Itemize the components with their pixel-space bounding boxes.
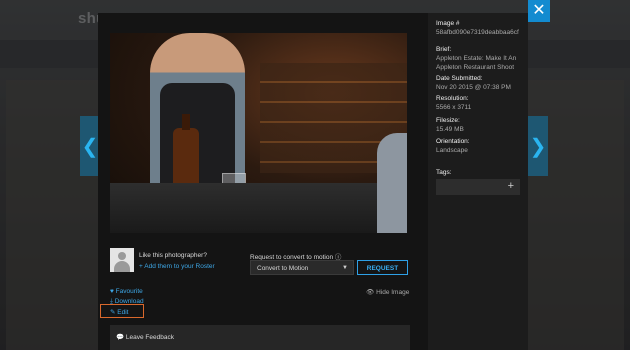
close-button[interactable]: ✕ bbox=[528, 0, 550, 22]
speech-bubble-icon: 💬 bbox=[116, 334, 125, 341]
leave-feedback-bar[interactable]: 💬 Leave Feedback bbox=[110, 325, 410, 350]
request-button[interactable]: REQUEST bbox=[357, 260, 408, 275]
photographer-prompt: Like this photographer? bbox=[139, 252, 207, 259]
avatar-head bbox=[118, 252, 126, 260]
pencil-icon: ✎ bbox=[110, 309, 116, 316]
date-value: Nov 20 2015 @ 07:38 PM bbox=[436, 84, 511, 91]
tags-input[interactable]: + bbox=[436, 179, 520, 195]
avatar-body bbox=[114, 261, 130, 272]
favourite-link[interactable]: ♥ Favourite bbox=[110, 288, 143, 295]
orientation-label: Orientation: bbox=[436, 138, 470, 145]
resolution-label: Resolution: bbox=[436, 95, 469, 102]
next-image-button[interactable]: ❯ bbox=[528, 116, 548, 176]
motion-select-value: Convert to Motion bbox=[257, 265, 309, 272]
details-panel: Image # 58afbd090e7319deabbaa6cf Brief: … bbox=[428, 13, 528, 350]
filesize-label: Filesize: bbox=[436, 117, 460, 124]
image-id-label: Image # bbox=[436, 20, 460, 27]
photo-bar-counter bbox=[110, 183, 407, 233]
brief-value: Appleton Estate: Make It An Appleton Res… bbox=[436, 55, 517, 71]
close-icon: ✕ bbox=[532, 2, 546, 19]
favourite-label: Favourite bbox=[115, 288, 143, 295]
leave-feedback: 💬 Leave Feedback bbox=[116, 333, 174, 341]
add-tag-button[interactable]: + bbox=[508, 180, 514, 192]
eye-icon: 👁 bbox=[366, 289, 375, 296]
edit-link[interactable]: ✎ Edit bbox=[110, 308, 128, 316]
motion-select[interactable]: Convert to Motion ▼ bbox=[250, 260, 354, 275]
resolution-value: 5566 x 3711 bbox=[436, 104, 472, 111]
photo-customer-arm bbox=[377, 133, 407, 233]
date-label: Date Submitted: bbox=[436, 75, 483, 82]
edit-label: Edit bbox=[117, 309, 129, 316]
orientation-value: Landscape bbox=[436, 147, 468, 154]
hide-image-label: Hide Image bbox=[376, 289, 410, 296]
add-to-roster-link[interactable]: + Add them to your Roster bbox=[139, 263, 215, 270]
prev-image-button[interactable]: ❮ bbox=[80, 116, 100, 176]
hide-image-link[interactable]: 👁 Hide Image bbox=[366, 288, 409, 296]
main-photo bbox=[110, 33, 407, 233]
filesize-value: 15.49 MB bbox=[436, 126, 464, 133]
heart-icon: ♥ bbox=[110, 288, 114, 295]
tags-label: Tags: bbox=[436, 169, 452, 176]
brief-label: Brief: bbox=[436, 46, 452, 53]
leave-feedback-label: Leave Feedback bbox=[125, 334, 174, 341]
chevron-left-icon: ❮ bbox=[81, 135, 99, 158]
chevron-right-icon: ❯ bbox=[529, 135, 547, 158]
photographer-avatar bbox=[110, 248, 134, 272]
image-id-value: 58afbd090e7319deabbaa6cf bbox=[436, 29, 519, 36]
chevron-down-icon: ▼ bbox=[342, 265, 348, 271]
